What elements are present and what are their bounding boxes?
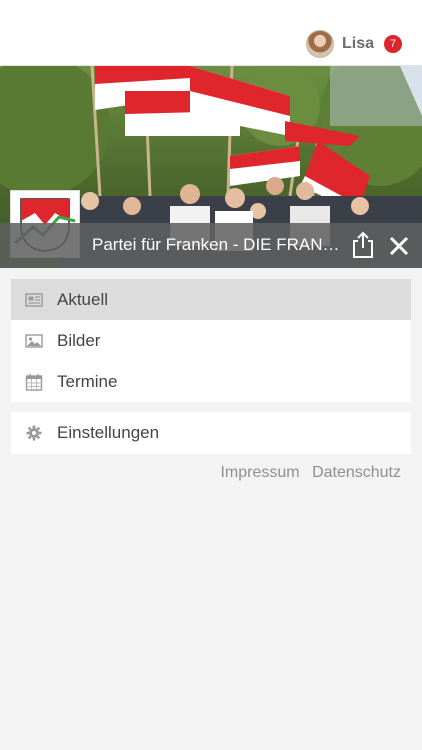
datenschutz-link[interactable]: Datenschutz xyxy=(312,464,401,481)
image-icon xyxy=(25,333,43,348)
user-profile[interactable]: Lisa 7 xyxy=(305,29,402,59)
menu-item-aktuell[interactable]: Aktuell xyxy=(11,279,411,320)
footer-links: Impressum Datenschutz xyxy=(0,464,401,482)
newspaper-icon xyxy=(25,292,43,307)
top-bar: Lisa 7 xyxy=(0,0,422,66)
menu-item-bilder[interactable]: Bilder xyxy=(11,320,411,361)
share-button[interactable] xyxy=(350,231,376,259)
calendar-icon xyxy=(25,373,43,391)
notification-badge[interactable]: 7 xyxy=(384,35,402,53)
close-icon xyxy=(389,236,409,256)
menu-item-einstellungen[interactable]: Einstellungen xyxy=(11,412,411,453)
impressum-link[interactable]: Impressum xyxy=(220,464,299,481)
page-title: Partei für Franken - DIE FRAN… xyxy=(92,235,340,254)
close-button[interactable] xyxy=(386,233,412,259)
banner-title-bar: Partei für Franken - DIE FRAN… xyxy=(0,223,422,268)
share-icon xyxy=(353,231,373,258)
settings-menu: Einstellungen xyxy=(11,412,411,454)
gear-icon xyxy=(26,425,42,440)
menu-item-label: Einstellungen xyxy=(57,422,160,442)
menu-item-termine[interactable]: Termine xyxy=(11,361,411,402)
menu-item-label: Aktuell xyxy=(57,289,109,309)
menu-item-label: Bilder xyxy=(57,330,101,350)
menu-item-label: Termine xyxy=(57,371,118,391)
avatar[interactable] xyxy=(305,30,334,58)
user-name[interactable]: Lisa xyxy=(342,35,374,53)
navigation-menu: Aktuell Bilder Termine xyxy=(11,279,411,402)
